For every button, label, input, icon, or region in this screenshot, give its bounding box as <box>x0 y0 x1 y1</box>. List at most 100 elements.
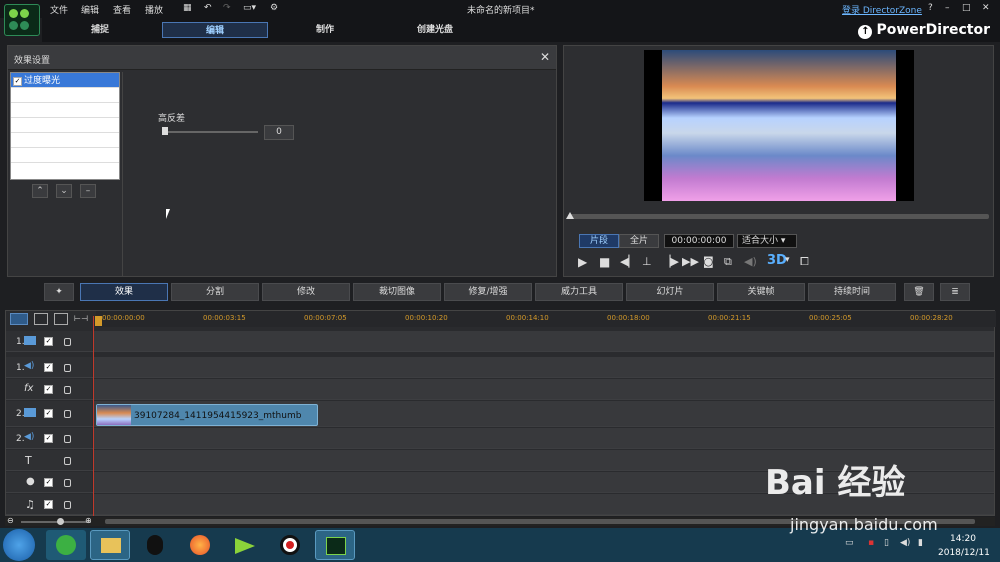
taskbar-firefox-icon[interactable] <box>180 530 220 560</box>
timeline-view-icon[interactable] <box>10 313 28 325</box>
track-lane[interactable] <box>94 379 994 399</box>
taskbar-explorer-icon[interactable] <box>90 530 130 560</box>
track-enable-checkbox[interactable]: ✓ <box>44 434 53 443</box>
modify-button[interactable]: 修改 <box>262 283 350 301</box>
slideshow-button[interactable]: 幻灯片 <box>626 283 714 301</box>
track-lane[interactable] <box>94 428 994 448</box>
fit-size-select[interactable]: 适合大小 ▾ <box>737 234 797 248</box>
settings-gear-icon[interactable]: ⚙ <box>270 3 278 13</box>
track-lane[interactable] <box>94 331 994 351</box>
effect-item[interactable]: ✓ 过度曝光 <box>11 73 119 88</box>
lock-icon[interactable] <box>64 479 71 487</box>
timecode-display[interactable]: 00:00:00:00 <box>664 234 734 248</box>
track-lane[interactable] <box>94 357 994 377</box>
lock-icon[interactable] <box>64 410 71 418</box>
tab-edit[interactable]: 编辑 <box>162 22 268 38</box>
panel-close-button[interactable]: ✕ <box>540 50 550 64</box>
prev-frame-icon[interactable]: ◀▏ <box>620 255 637 268</box>
dual-monitor-icon[interactable]: ⧉ <box>724 255 732 269</box>
track-enable-checkbox[interactable]: ✓ <box>44 500 53 509</box>
remove-effect-button[interactable]: – <box>80 184 96 198</box>
redo-icon[interactable]: ↷ <box>223 3 231 13</box>
stop-icon[interactable]: ■ <box>599 255 610 269</box>
zoom-in-icon[interactable]: ⊕ <box>85 516 92 525</box>
split-button[interactable]: 分割 <box>171 283 259 301</box>
time-ruler[interactable]: 00:00:00:00 00:00:03:15 00:00:07:05 00:0… <box>96 311 996 327</box>
lock-icon[interactable] <box>64 435 71 443</box>
keyframe-button[interactable]: 关键帧 <box>717 283 805 301</box>
fast-forward-icon[interactable]: ▶▶ <box>682 255 699 268</box>
track-enable-checkbox[interactable]: ✓ <box>44 409 53 418</box>
track-enable-checkbox[interactable]: ✓ <box>44 337 53 346</box>
param-slider[interactable] <box>162 131 258 133</box>
3d-mode-button[interactable]: 3D <box>767 253 787 268</box>
track-enable-checkbox[interactable]: ✓ <box>44 363 53 372</box>
crop-image-button[interactable]: 裁切图像 <box>353 283 441 301</box>
volume-icon[interactable]: ◀) <box>744 255 757 268</box>
zoom-slider[interactable] <box>21 521 91 523</box>
menu-file[interactable]: 文件 <box>50 3 68 16</box>
tray-flag-icon[interactable]: ▪ <box>868 538 874 548</box>
lock-icon[interactable] <box>64 338 71 346</box>
fix-enhance-button[interactable]: 修复/增强 <box>444 283 532 301</box>
tab-capture[interactable]: 捕捉 <box>60 22 140 38</box>
maximize-button[interactable]: □ <box>962 3 971 13</box>
start-button[interactable] <box>3 529 35 561</box>
tab-create-disc[interactable]: 创建光盘 <box>395 22 475 38</box>
magic-tool-icon[interactable]: ✦ <box>44 283 74 301</box>
tab-clip[interactable]: 片段 <box>579 234 619 248</box>
power-tools-button[interactable]: 威力工具 <box>535 283 623 301</box>
taskbar-app-green-icon[interactable] <box>46 530 86 560</box>
track-enable-checkbox[interactable]: ✓ <box>44 478 53 487</box>
seek-bar[interactable] <box>568 214 989 219</box>
snapshot-icon[interactable]: ◙ <box>703 255 714 268</box>
move-up-button[interactable]: ⌃ <box>32 184 48 198</box>
zoom-slider-handle[interactable] <box>57 518 64 525</box>
tab-produce[interactable]: 制作 <box>285 22 365 38</box>
more-options-icon[interactable]: ≣ <box>940 283 970 301</box>
video-clip[interactable]: 39107284_1411954415923_mthumb <box>96 404 318 426</box>
lock-icon[interactable] <box>64 501 71 509</box>
menu-view[interactable]: 查看 <box>113 3 131 16</box>
next-frame-icon[interactable]: ▕▶ <box>662 255 679 268</box>
taskbar-qq-icon[interactable] <box>135 530 175 560</box>
upgrade-icon[interactable]: ↑ <box>858 25 873 39</box>
play-icon[interactable]: ▶ <box>578 255 587 269</box>
undock-icon[interactable]: ⧠ <box>800 255 809 269</box>
taskbar-recorder-icon[interactable] <box>270 530 310 560</box>
seek-handle[interactable] <box>566 212 574 219</box>
effect-button[interactable]: 效果 <box>80 283 168 301</box>
lock-icon[interactable] <box>64 386 71 394</box>
lock-icon[interactable] <box>64 457 71 465</box>
login-link[interactable]: 登录 DirectorZone <box>842 3 922 16</box>
fit-timeline-icon[interactable]: ⊢⊣ <box>74 314 88 323</box>
effect-checkbox[interactable]: ✓ <box>13 77 22 86</box>
tray-network-icon[interactable]: ▮ <box>918 538 923 548</box>
split-icon[interactable]: ⊥ <box>642 255 652 268</box>
delete-icon[interactable]: 🗑 <box>904 283 934 301</box>
track-manager-icon[interactable] <box>54 313 68 325</box>
move-down-button[interactable]: ⌄ <box>56 184 72 198</box>
tray-volume-icon[interactable]: ◀) <box>900 538 910 548</box>
zoom-out-icon[interactable]: ⊖ <box>7 516 14 525</box>
minimize-button[interactable]: – <box>945 3 950 13</box>
tray-keyboard-icon[interactable]: ▭ <box>845 538 854 548</box>
track-enable-checkbox[interactable]: ✓ <box>44 385 53 394</box>
save-icon[interactable]: ▦ <box>183 3 192 13</box>
undo-icon[interactable]: ↶ <box>204 3 212 13</box>
playhead[interactable] <box>93 316 94 516</box>
clock-date[interactable]: 2018/12/11 <box>938 548 990 558</box>
aspect-ratio-icon[interactable]: ▭▾ <box>243 3 256 13</box>
playhead-marker[interactable] <box>95 316 102 326</box>
param-value-field[interactable]: 0 <box>264 125 294 140</box>
lock-icon[interactable] <box>64 364 71 372</box>
help-button[interactable]: ? <box>928 3 933 13</box>
tray-device-icon[interactable]: ▯ <box>884 538 889 548</box>
tab-full-movie[interactable]: 全片 <box>619 234 659 248</box>
taskbar-media-icon[interactable] <box>225 530 265 560</box>
menu-play[interactable]: 播放 <box>145 3 163 16</box>
taskbar-powerdirector-icon[interactable] <box>315 530 355 560</box>
duration-button[interactable]: 持续时间 <box>808 283 896 301</box>
menu-edit[interactable]: 编辑 <box>81 3 99 16</box>
3d-dropdown-icon[interactable]: ▾ <box>785 255 790 265</box>
